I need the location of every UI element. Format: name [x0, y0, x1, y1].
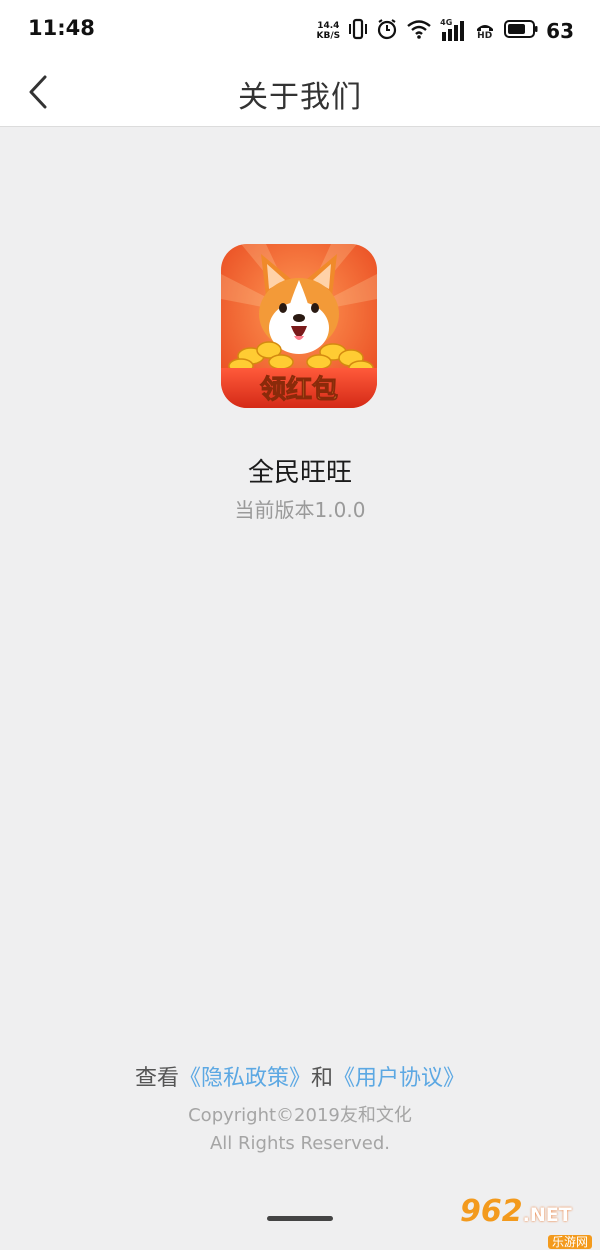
alarm-icon — [376, 18, 398, 44]
hd-label: HD — [477, 31, 493, 41]
policy-links: 查看《隐私政策》和《用户协议》 — [0, 1060, 600, 1092]
network-speed-unit: KB/S — [316, 31, 341, 41]
links-prefix: 查看 — [134, 1066, 179, 1091]
status-icons: 14.4 KB/S 4G HD 63 — [317, 16, 574, 46]
battery-percent: 63 — [546, 19, 574, 43]
user-agreement-link[interactable]: 《用户协议》 — [333, 1066, 465, 1091]
status-time: 11:48 — [28, 16, 95, 40]
links-and: 和 — [311, 1066, 334, 1091]
app-icon-badge-text: 领红包 — [260, 374, 338, 405]
watermark-logo: 962.NET 乐游网 — [460, 1194, 592, 1249]
copyright-line-2: All Rights Reserved. — [209, 1133, 391, 1154]
vibrate-icon — [348, 18, 368, 44]
copyright: Copyright©2019友和文化 All Rights Reserved. — [0, 1102, 600, 1158]
hd-call-icon: HD — [474, 20, 496, 42]
app-name: 全民旺旺 — [247, 458, 352, 488]
watermark-suffix: .NET — [522, 1204, 572, 1226]
wifi-icon — [406, 19, 432, 43]
app-icon: 领红包 — [221, 244, 377, 408]
battery-icon — [504, 20, 538, 42]
app-version: 当前版本1.0.0 — [234, 498, 366, 522]
home-indicator[interactable] — [267, 1216, 333, 1221]
watermark-subtitle: 乐游网 — [547, 1235, 592, 1249]
network-speed: 14.4 KB/S — [317, 21, 341, 41]
watermark-number: 962 — [460, 1194, 523, 1229]
nav-bar: 关于我们 — [0, 62, 600, 127]
privacy-policy-link[interactable]: 《隐私政策》 — [179, 1066, 311, 1091]
cell-signal-icon: 4G — [440, 18, 466, 42]
copyright-line-1: Copyright©2019友和文化 — [188, 1105, 412, 1126]
page-title: 关于我们 — [238, 80, 362, 115]
network-speed-value: 14.4 — [317, 21, 340, 31]
status-bar: 11:48 14.4 KB/S 4G HD 63 — [0, 0, 600, 62]
